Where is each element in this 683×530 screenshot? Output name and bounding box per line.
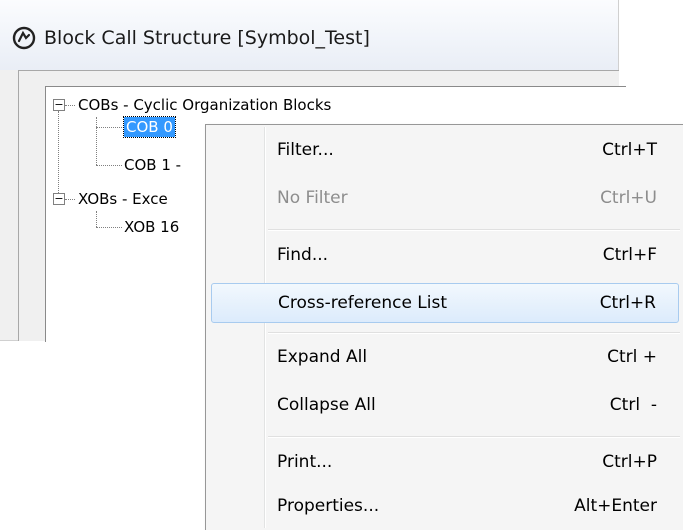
menu-item-no-filter: No Filter Ctrl+U: [211, 179, 679, 219]
menu-item-shortcut: Ctrl+R: [599, 293, 656, 313]
tree-item-xob16[interactable]: XOB 16: [124, 217, 179, 237]
menu-item-shortcut: Ctrl+U: [600, 188, 657, 208]
tree-connector: [65, 199, 75, 200]
menu-item-label: Find...: [277, 245, 329, 265]
tree-connector: [58, 111, 59, 199]
menu-item-properties[interactable]: Properties... Alt+Enter: [211, 487, 679, 527]
tree-item-cob1[interactable]: COB 1 -: [124, 155, 181, 175]
tree-connector: [96, 165, 122, 166]
menu-item-shortcut: Alt+Enter: [574, 496, 657, 516]
menu-separator: [268, 229, 680, 231]
context-menu: Filter... Ctrl+T No Filter Ctrl+U Find..…: [205, 124, 683, 530]
tree-connector: [96, 127, 122, 128]
collapse-xobs-toggle[interactable]: −: [53, 193, 65, 205]
tree-connector: [96, 227, 122, 228]
menu-item-collapse-all[interactable]: Collapse All Ctrl -: [211, 386, 679, 426]
collapse-cobs-toggle[interactable]: −: [53, 99, 65, 111]
menu-item-label: Expand All: [277, 347, 368, 367]
menu-item-label: Collapse All: [277, 395, 376, 415]
menu-item-expand-all[interactable]: Expand All Ctrl +: [211, 338, 679, 378]
menu-item-label: Filter...: [277, 140, 334, 160]
menu-item-shortcut: Ctrl +: [607, 347, 657, 367]
tree-group-xobs[interactable]: XOBs - Exce: [78, 189, 168, 209]
menu-item-shortcut: Ctrl+T: [602, 140, 657, 160]
menu-item-label: Print...: [277, 452, 333, 472]
menu-item-filter[interactable]: Filter... Ctrl+T: [211, 131, 679, 171]
menu-item-print[interactable]: Print... Ctrl+P: [211, 443, 679, 483]
tree-connector: [96, 211, 97, 227]
menu-item-shortcut: Ctrl+F: [602, 245, 657, 265]
menu-item-shortcut: Ctrl+P: [602, 452, 657, 472]
menu-item-shortcut: Ctrl -: [609, 395, 657, 415]
title-bar[interactable]: Block Call Structure [Symbol_Test]: [0, 0, 618, 70]
circular-arrow-icon: [12, 26, 36, 50]
tree-connector: [65, 105, 75, 106]
menu-item-find[interactable]: Find... Ctrl+F: [211, 236, 679, 276]
menu-item-label: Cross-reference List: [278, 293, 448, 313]
menu-item-label: No Filter: [277, 188, 348, 208]
menu-separator: [268, 332, 680, 334]
menu-separator: [268, 436, 680, 438]
tree-item-cob0[interactable]: COB 0: [123, 116, 176, 138]
tree-group-cobs[interactable]: COBs - Cyclic Organization Blocks: [78, 95, 331, 115]
window-title: Block Call Structure [Symbol_Test]: [44, 27, 370, 49]
menu-item-cross-reference-list[interactable]: Cross-reference List Ctrl+R: [211, 283, 679, 323]
tree-connector: [96, 117, 97, 165]
menu-item-label: Properties...: [277, 496, 380, 516]
